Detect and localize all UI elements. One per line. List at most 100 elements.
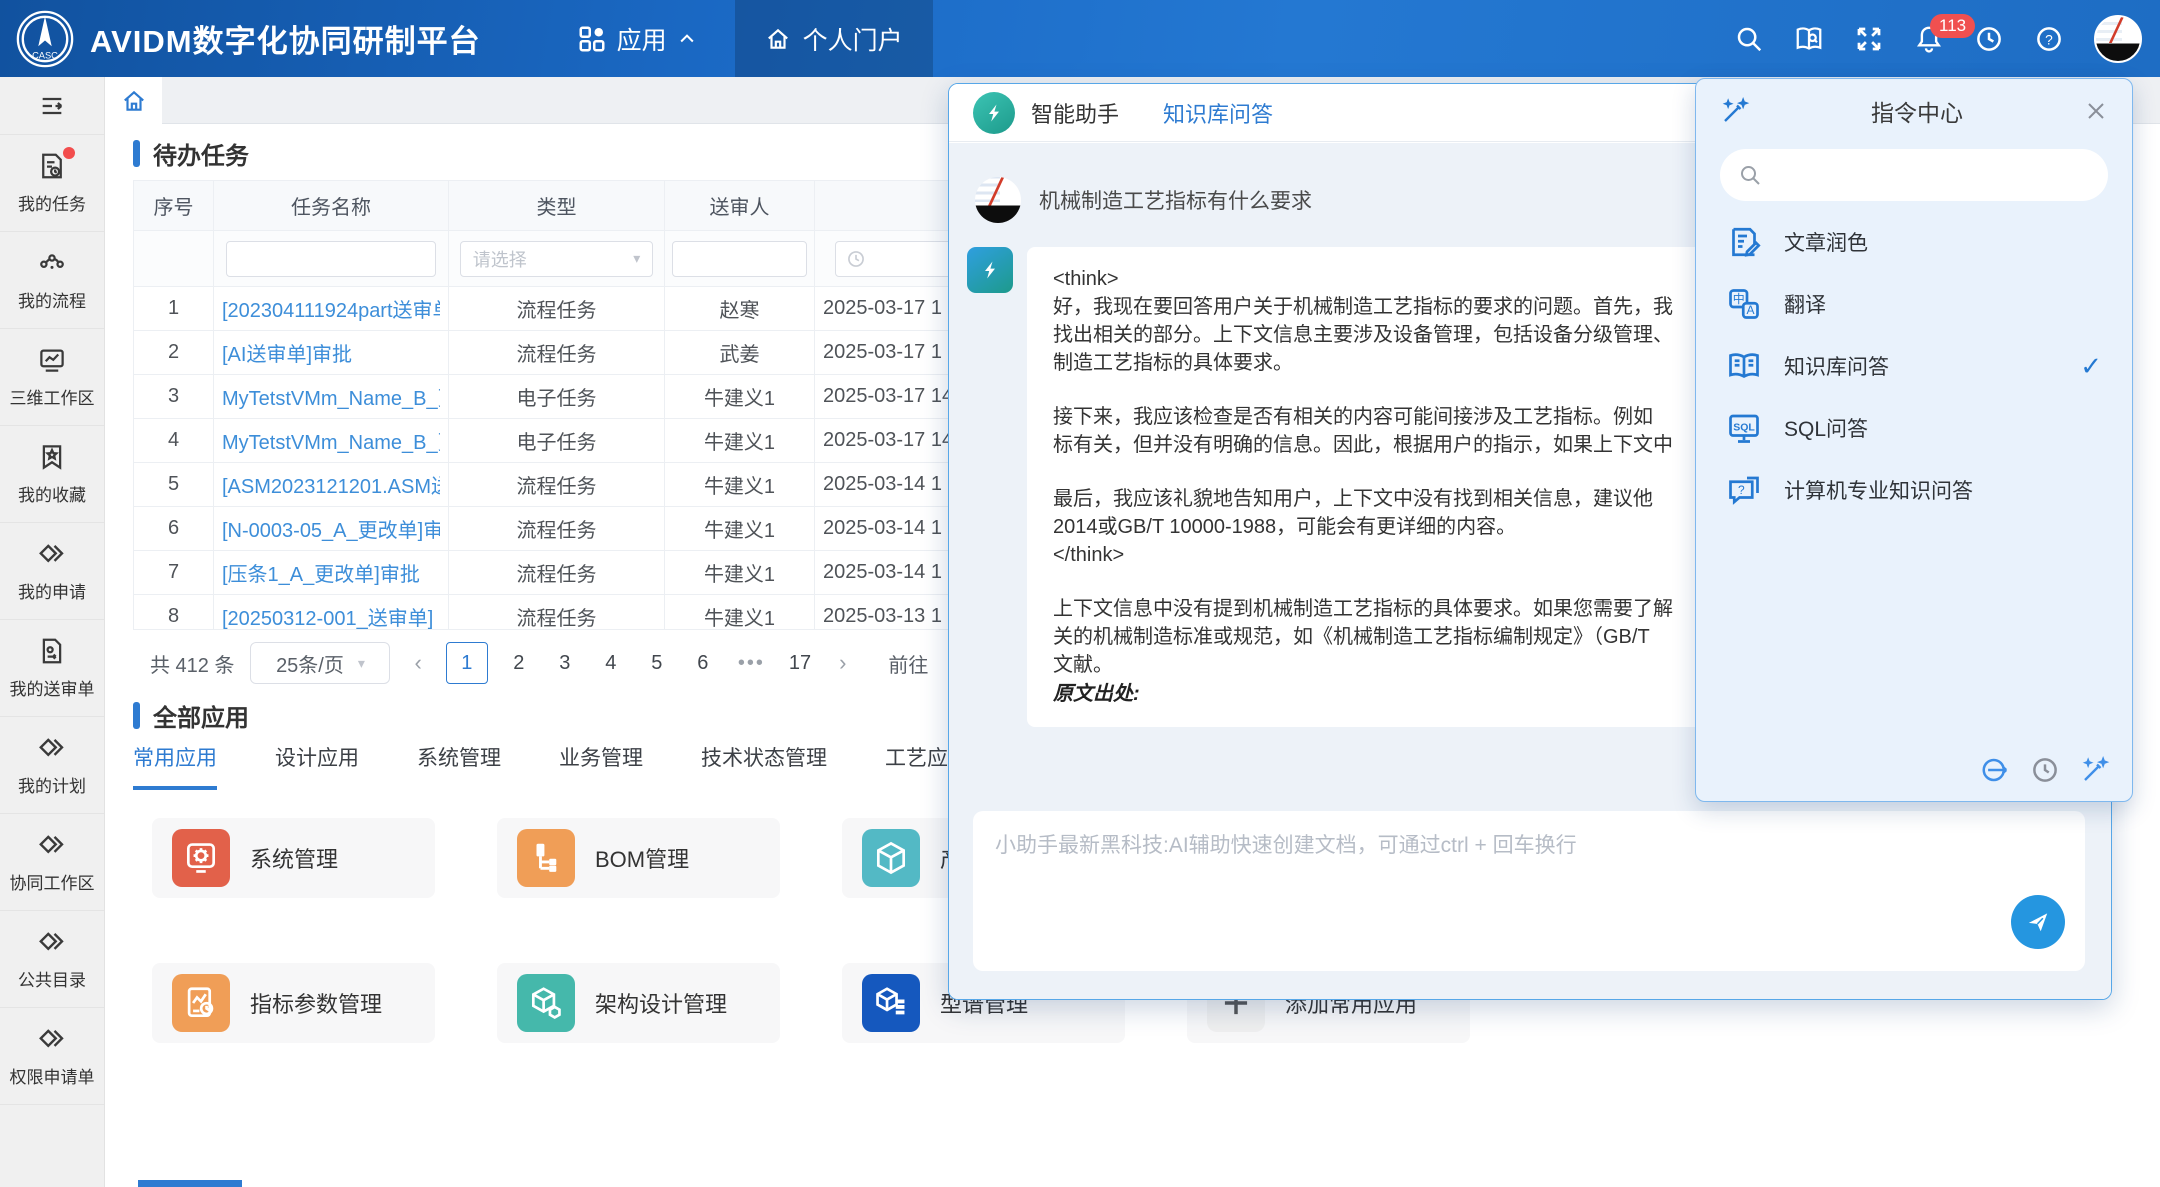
- col-header-task-name: 任务名称: [214, 181, 449, 231]
- svg-text:?: ?: [1738, 483, 1745, 497]
- page-size-select[interactable]: 25条/页 ▾: [250, 642, 390, 684]
- left-sidebar: 我的任务 我的流程 三维工作区 我的收藏 我的申请: [0, 77, 105, 1187]
- task-link[interactable]: [ASM2023121201.ASM送: [222, 470, 440, 499]
- app-tile-architecture-design[interactable]: 架构设计管理: [497, 963, 780, 1043]
- chat-mode-tab[interactable]: 知识库问答: [1163, 97, 1273, 129]
- tab-business-mgmt[interactable]: 业务管理: [559, 742, 643, 790]
- task-link[interactable]: [AI送审单]审批: [222, 338, 352, 367]
- tab-common-apps[interactable]: 常用应用: [133, 742, 217, 790]
- type-filter-placeholder: 请选择: [473, 246, 527, 272]
- diamond-chevron-icon: [37, 733, 67, 763]
- sidebar-item-my-plans[interactable]: 我的计划: [0, 717, 104, 814]
- tab-process-apps[interactable]: 工艺应: [885, 742, 948, 790]
- translate-icon: 中A: [1726, 286, 1762, 322]
- notification-count-badge: 113: [1930, 14, 1975, 38]
- command-item-knowledge-qa[interactable]: 知识库问答 ✓: [1696, 335, 2132, 397]
- svg-text:SQL: SQL: [1733, 421, 1755, 433]
- monitor-chart-icon: [37, 345, 67, 375]
- command-item-sql-qa[interactable]: SQL SQL问答: [1696, 397, 2132, 459]
- knowledge-book-icon[interactable]: [1794, 24, 1824, 54]
- command-search-input[interactable]: [1772, 164, 2090, 187]
- task-link[interactable]: [202304111924part送审单: [222, 294, 440, 323]
- pagination-bar: 共 412 条 25条/页 ▾ ‹ 1 2 3 4 5 6 ••• 17 › 前…: [150, 642, 928, 684]
- chat-question-icon: ?: [1726, 472, 1762, 508]
- nav-personal-portal[interactable]: 个人门户: [735, 0, 933, 77]
- app-tile-indicator-params[interactable]: 指标参数管理: [152, 963, 435, 1043]
- sidebar-collapse-button[interactable]: [0, 77, 104, 135]
- page-button-1[interactable]: 1: [446, 642, 488, 684]
- tab-design-apps[interactable]: 设计应用: [275, 742, 359, 790]
- check-icon: ✓: [2080, 351, 2102, 382]
- magic-wand-icon[interactable]: [2080, 755, 2110, 785]
- sidebar-item-my-flows[interactable]: 我的流程: [0, 232, 104, 329]
- app-tile-bom-mgmt[interactable]: BOM管理: [497, 818, 780, 898]
- page-button-3[interactable]: 3: [550, 646, 580, 681]
- sidebar-item-3d-workspace[interactable]: 三维工作区: [0, 329, 104, 426]
- user-message-text: 机械制造工艺指标有什么要求: [1039, 185, 1312, 215]
- sidebar-item-permission-request[interactable]: 权限申请单: [0, 1008, 104, 1105]
- task-link[interactable]: [20250312-001_送审单]: [222, 602, 433, 630]
- tab-tech-state-mgmt[interactable]: 技术状态管理: [701, 742, 827, 790]
- command-search-box[interactable]: [1720, 149, 2108, 201]
- sidebar-item-my-applications[interactable]: 我的申请: [0, 523, 104, 620]
- bookmark-star-icon: [37, 442, 67, 472]
- page-button-5[interactable]: 5: [642, 646, 672, 681]
- page-button-6[interactable]: 6: [688, 646, 718, 681]
- tab-system-mgmt[interactable]: 系统管理: [417, 742, 501, 790]
- page-button-4[interactable]: 4: [596, 646, 626, 681]
- sidebar-item-public-directory[interactable]: 公共目录: [0, 911, 104, 1008]
- sender-filter-input[interactable]: [672, 241, 806, 277]
- task-link[interactable]: MyTetstVMm_Name_B_更: [222, 426, 440, 455]
- history-clock-icon[interactable]: [1974, 24, 2004, 54]
- chat-history-icon[interactable]: [2030, 755, 2060, 785]
- home-icon: [765, 26, 791, 52]
- task-link[interactable]: [N-0003-05_A_更改单]审批: [222, 514, 440, 543]
- sidebar-item-my-favorites[interactable]: 我的收藏: [0, 426, 104, 523]
- task-name-filter-input[interactable]: [226, 241, 437, 277]
- fullscreen-icon[interactable]: [1854, 24, 1884, 54]
- chat-input-container: [973, 811, 2085, 971]
- assistant-name: 智能助手: [1031, 97, 1119, 129]
- command-center-panel: 指令中心 文章润色 中A 翻译 知识库问答 ✓: [1695, 78, 2133, 802]
- sidebar-item-collab-workspace[interactable]: 协同工作区: [0, 814, 104, 911]
- chat-input[interactable]: [973, 811, 2085, 971]
- prev-page-button[interactable]: ‹: [406, 650, 429, 676]
- close-icon[interactable]: [2084, 99, 2108, 123]
- diamond-chevron-icon: [37, 1024, 67, 1054]
- nav-apps-menu[interactable]: 应用: [551, 0, 723, 77]
- app-tile-system-mgmt[interactable]: 系统管理: [152, 818, 435, 898]
- page-ellipsis[interactable]: •••: [734, 646, 769, 681]
- clear-context-icon[interactable]: [1980, 755, 2010, 785]
- cube-arch-icon: [517, 974, 575, 1032]
- cube-list-icon: [862, 974, 920, 1032]
- page-title: AVIDM数字化协同研制平台: [90, 16, 481, 61]
- apps-section-title: 全部应用: [153, 698, 249, 733]
- bottom-scroll-indicator: [138, 1180, 242, 1187]
- page-button-2[interactable]: 2: [504, 646, 534, 681]
- sidebar-item-my-tasks[interactable]: 我的任务: [0, 135, 104, 232]
- notifications-bell-icon[interactable]: 113: [1914, 24, 1944, 54]
- sidebar-item-my-review-sheets[interactable]: 我的送审单: [0, 620, 104, 717]
- command-item-translate[interactable]: 中A 翻译: [1696, 273, 2132, 335]
- app-header: CASC AVIDM数字化协同研制平台 应用 个人门户: [0, 0, 2160, 77]
- casc-logo: CASC: [14, 8, 76, 70]
- help-icon[interactable]: ?: [2034, 24, 2064, 54]
- search-icon[interactable]: [1734, 24, 1764, 54]
- col-header-sender: 送审人: [665, 181, 815, 231]
- page-button-17[interactable]: 17: [785, 646, 815, 681]
- type-filter-select[interactable]: 请选择 ▾: [460, 241, 654, 277]
- user-avatar[interactable]: [2094, 15, 2142, 63]
- app-screen: CASC AVIDM数字化协同研制平台 应用 个人门户: [0, 0, 2160, 1187]
- task-link[interactable]: [压条1_A_更改单]审批: [222, 558, 420, 587]
- next-page-button[interactable]: ›: [831, 650, 854, 676]
- apps-tabbar: 常用应用 设计应用 系统管理 业务管理 技术状态管理 工艺应: [133, 742, 948, 790]
- command-item-cs-qa[interactable]: ? 计算机专业知识问答: [1696, 459, 2132, 521]
- task-link[interactable]: MyTetstVMm_Name_B_更: [222, 382, 440, 411]
- send-button[interactable]: [2011, 895, 2065, 949]
- command-item-polish[interactable]: 文章润色: [1696, 211, 2132, 273]
- doc-send-icon: [37, 636, 67, 666]
- home-tab[interactable]: [106, 77, 162, 124]
- command-center-header: 指令中心: [1696, 79, 2132, 143]
- user-message-avatar: [975, 177, 1021, 223]
- diamond-chevron-icon: [37, 539, 67, 569]
